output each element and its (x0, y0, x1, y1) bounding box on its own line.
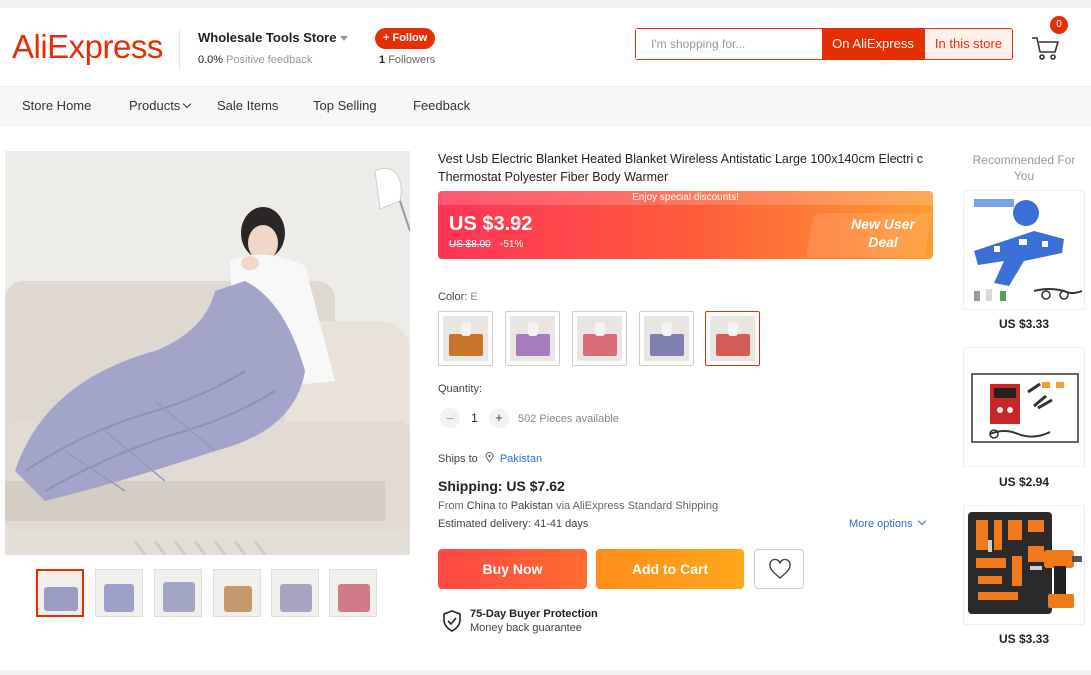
recommended-item-2-price[interactable]: US $2.94 (963, 475, 1085, 489)
store-header: AliExpress Wholesale Tools Store 0.0% Po… (0, 8, 1091, 86)
original-price: US $8.00 (449, 239, 491, 250)
toolkit-icon (964, 506, 1084, 624)
recommended-item-3-image[interactable] (963, 505, 1085, 625)
cart-count-badge: 0 (1050, 16, 1068, 34)
nav-products[interactable]: Products (129, 98, 192, 113)
add-to-cart-button[interactable]: Add to Cart (596, 549, 744, 589)
more-options-link[interactable]: More options (849, 516, 926, 530)
stock-available: 502 Pieces available (518, 413, 619, 425)
followers-label: Followers (388, 54, 436, 66)
follow-button[interactable]: + Follow (375, 28, 436, 49)
color-label: Color: E (438, 291, 478, 303)
color-swatch-b[interactable] (505, 311, 560, 366)
bottom-band (0, 670, 1091, 675)
color-swatch-e[interactable] (705, 311, 760, 366)
price-banner: Enjoy special discounts! US $3.92 US $8.… (438, 191, 933, 259)
store-name[interactable]: Wholesale Tools Store (198, 30, 349, 45)
chevron-down-icon[interactable] (340, 36, 349, 42)
quantity-increase-button[interactable]: + (489, 408, 509, 428)
thumbnail-2[interactable] (95, 569, 143, 617)
followers-number: 1 (379, 54, 386, 66)
ship-destination: Pakistan (510, 500, 553, 512)
store-name-label[interactable]: Wholesale Tools Store (198, 30, 336, 45)
color-label-text: Color: (438, 291, 468, 303)
ship-method: via AliExpress Standard Shipping (556, 500, 719, 512)
thumbnail-5[interactable] (271, 569, 319, 617)
ships-to: Ships to Pakistan (438, 452, 542, 465)
ship-from-mid: to (498, 500, 508, 512)
color-swatch-a[interactable] (438, 311, 493, 366)
recommended-title: Recommended For You (972, 153, 1076, 183)
thumbnail-4[interactable] (213, 569, 261, 617)
color-value: E (470, 291, 478, 303)
shipping-cost: Shipping: US $7.62 (438, 478, 565, 494)
color-swatch-d[interactable] (639, 311, 694, 366)
heart-icon[interactable] (755, 550, 805, 590)
header-divider (179, 30, 180, 70)
feedback-value: 0.0% (198, 54, 224, 66)
toy-gun-icon (964, 191, 1084, 309)
ship-origin: China (466, 500, 496, 512)
color-swatch-c[interactable] (572, 311, 627, 366)
new-user-deal-text: New User Deal (833, 215, 933, 251)
nav-top-selling[interactable]: Top Selling (313, 98, 377, 113)
deal-line-2: Deal (868, 234, 898, 250)
recommended-item-3-price[interactable]: US $3.33 (963, 632, 1085, 646)
aliexpress-logo[interactable]: AliExpress (12, 28, 163, 66)
ships-to-country[interactable]: Pakistan (500, 453, 542, 465)
followers-count: 1 Followers (379, 54, 435, 66)
recommended-item-1-price[interactable]: US $3.33 (963, 317, 1085, 331)
deal-line-1: New User (851, 216, 915, 232)
nav-feedback[interactable]: Feedback (413, 98, 470, 113)
wishlist-button[interactable] (754, 549, 804, 589)
buyer-protection-subtitle: Money back guarantee (470, 622, 582, 634)
discount-percent: -51% (500, 239, 524, 250)
search-box (635, 28, 822, 60)
ship-from-pre: From (438, 500, 464, 512)
top-band (0, 0, 1091, 8)
search-input[interactable] (636, 29, 822, 59)
more-options-label[interactable]: More options (849, 518, 913, 530)
search-store-button[interactable]: In this store (924, 28, 1013, 60)
shipping-route: From China to Pakistan via AliExpress St… (438, 500, 718, 512)
blanket-photo (5, 151, 410, 555)
cart-icon[interactable] (1030, 32, 1062, 64)
location-pin-icon (485, 452, 494, 463)
chevron-down-icon[interactable] (183, 99, 192, 109)
current-price: US $3.92 (449, 213, 533, 235)
thumbnail-3[interactable] (154, 569, 202, 617)
shield-check-icon (443, 610, 461, 632)
thumbnail-6[interactable] (329, 569, 377, 617)
store-feedback: 0.0% Positive feedback (198, 54, 312, 66)
ships-to-label: Ships to (438, 453, 478, 465)
buyer-protection-title: 75-Day Buyer Protection (470, 608, 598, 620)
recommended-item-1-image[interactable] (963, 190, 1085, 310)
quantity-value[interactable]: 1 (467, 411, 482, 425)
search-aliexpress-button[interactable]: On AliExpress (822, 28, 924, 60)
quantity-decrease-button[interactable]: – (440, 408, 460, 428)
welder-icon (964, 348, 1084, 466)
product-main-image[interactable] (5, 151, 410, 555)
quantity-label: Quantity: (438, 383, 483, 395)
nav-products-label[interactable]: Products (129, 98, 180, 113)
chevron-down-icon[interactable] (917, 516, 926, 526)
nav-store-home[interactable]: Store Home (22, 98, 91, 113)
thumbnail-1[interactable] (36, 569, 84, 617)
product-title: Vest Usb Electric Blanket Heated Blanket… (438, 152, 923, 184)
recommended-item-2-image[interactable] (963, 347, 1085, 467)
buy-now-button[interactable]: Buy Now (438, 549, 587, 589)
store-nav: Store Home Products Sale Items Top Selli… (0, 86, 1091, 126)
discount-banner-text: Enjoy special discounts! (438, 191, 933, 205)
nav-sale-items[interactable]: Sale Items (217, 98, 278, 113)
feedback-label: Positive feedback (226, 54, 313, 66)
estimated-delivery: Estimated delivery: 41-41 days (438, 518, 589, 530)
